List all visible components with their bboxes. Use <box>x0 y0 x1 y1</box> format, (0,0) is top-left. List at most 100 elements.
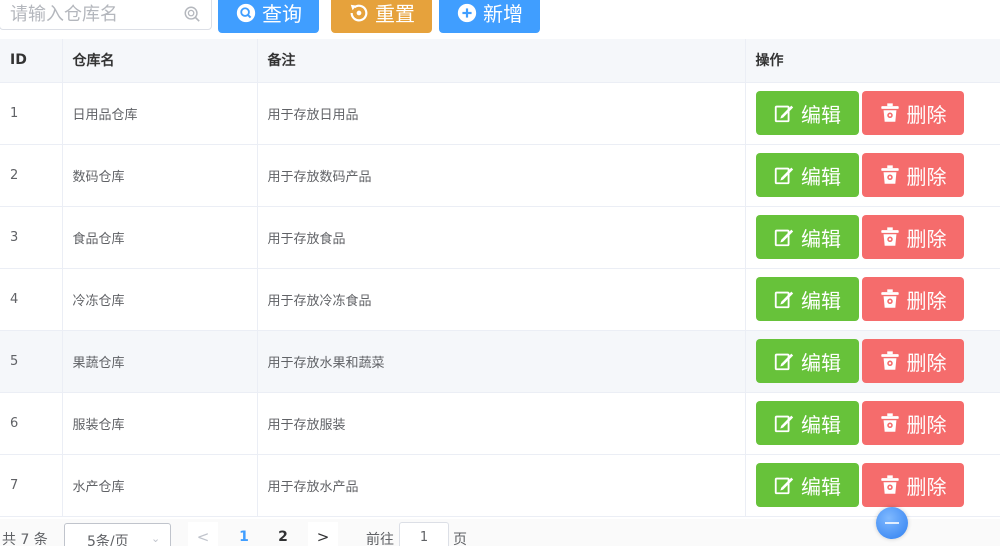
cell-actions: 编辑 删除 <box>745 392 1000 455</box>
trash-icon <box>880 165 899 184</box>
cell-warehouse-name: 日用品仓库 <box>62 82 258 145</box>
query-button[interactable]: 查询 <box>218 0 319 33</box>
edit-button[interactable]: 编辑 <box>755 215 859 259</box>
cell-remark: 用于存放水产品 <box>257 454 746 517</box>
cell-remark: 用于存放日用品 <box>257 82 746 145</box>
cell-warehouse-name: 水产仓库 <box>62 454 258 517</box>
delete-label: 删除 <box>906 104 947 127</box>
edit-label: 编辑 <box>801 104 841 127</box>
edit-icon <box>774 353 794 371</box>
delete-button[interactable]: 删除 <box>861 401 964 445</box>
table-row: 5 果蔬仓库 用于存放水果和蔬菜 编辑 删除 <box>0 330 1000 393</box>
trash-icon <box>880 289 899 308</box>
reset-label: 重置 <box>375 4 415 26</box>
cell-remark: 用于存放服装 <box>257 392 746 455</box>
column-header-name: 仓库名 <box>62 39 258 83</box>
edit-label: 编辑 <box>801 228 841 251</box>
edit-button[interactable]: 编辑 <box>755 91 859 135</box>
column-header-id: ID <box>0 39 63 83</box>
goto-page-input[interactable] <box>399 522 449 546</box>
warehouse-search-input[interactable] <box>10 2 170 26</box>
edit-icon <box>774 477 794 495</box>
cell-id: 1 <box>0 82 63 145</box>
add-label: 新增 <box>483 4 523 26</box>
cell-remark: 用于存放冷冻食品 <box>257 268 746 331</box>
edit-icon <box>774 415 794 433</box>
delete-button[interactable]: 删除 <box>861 91 964 135</box>
cell-actions: 编辑 删除 <box>745 82 1000 145</box>
edit-button[interactable]: 编辑 <box>755 401 859 445</box>
cell-id: 6 <box>0 392 63 455</box>
page-size-value: 5条/页 <box>87 534 129 546</box>
delete-button[interactable]: 删除 <box>861 463 964 507</box>
pagination-total: 共 7 条 <box>2 532 48 546</box>
column-header-remark: 备注 <box>257 39 746 83</box>
edit-button[interactable]: 编辑 <box>755 463 859 507</box>
column-header-actions: 操作 <box>745 39 1000 83</box>
cell-remark: 用于存放食品 <box>257 206 746 269</box>
delete-label: 删除 <box>906 352 947 375</box>
trash-icon <box>880 227 899 246</box>
edit-icon <box>774 105 794 123</box>
page-number-2[interactable]: 2 <box>268 522 298 546</box>
delete-label: 删除 <box>906 476 947 499</box>
page-unit-label: 页 <box>453 532 467 546</box>
table-row: 3 食品仓库 用于存放食品 编辑 删除 <box>0 206 1000 269</box>
edit-button[interactable]: 编辑 <box>755 277 859 321</box>
edit-button[interactable]: 编辑 <box>755 153 859 197</box>
add-button[interactable]: 新增 <box>439 0 540 33</box>
trash-icon <box>880 103 899 122</box>
reset-button[interactable]: 重置 <box>331 0 432 33</box>
cell-actions: 编辑 删除 <box>745 206 1000 269</box>
search-icon[interactable] <box>183 5 201 23</box>
table-row: 2 数码仓库 用于存放数码产品 编辑 删除 <box>0 144 1000 207</box>
table-row: 1 日用品仓库 用于存放日用品 编辑 删除 <box>0 82 1000 145</box>
cell-id: 5 <box>0 330 63 393</box>
floating-assistant-button[interactable] <box>876 507 908 539</box>
page-size-select[interactable]: 5条/页 ⌄ <box>64 523 171 546</box>
edit-label: 编辑 <box>801 290 841 313</box>
table-row: 4 冷冻仓库 用于存放冷冻食品 编辑 删除 <box>0 268 1000 331</box>
cell-warehouse-name: 冷冻仓库 <box>62 268 258 331</box>
delete-label: 删除 <box>906 228 947 251</box>
table-row: 7 水产仓库 用于存放水产品 编辑 删除 <box>0 454 1000 517</box>
cell-id: 4 <box>0 268 63 331</box>
cell-warehouse-name: 数码仓库 <box>62 144 258 207</box>
cell-warehouse-name: 果蔬仓库 <box>62 330 258 393</box>
delete-label: 删除 <box>906 414 947 437</box>
cell-warehouse-name: 服装仓库 <box>62 392 258 455</box>
goto-label: 前往 <box>366 532 394 546</box>
refresh-icon <box>350 4 368 21</box>
next-page-button[interactable]: > <box>308 522 338 546</box>
delete-button[interactable]: 删除 <box>861 153 964 197</box>
prev-page-button[interactable]: < <box>188 522 218 546</box>
search-box[interactable] <box>0 0 212 30</box>
delete-button[interactable]: 删除 <box>861 215 964 259</box>
pagination: 共 7 条 5条/页 ⌄ < 1 2 > 前往 页 <box>0 519 1000 546</box>
table-row: 6 服装仓库 用于存放服装 编辑 删除 <box>0 392 1000 455</box>
edit-label: 编辑 <box>801 352 841 375</box>
edit-label: 编辑 <box>801 414 841 437</box>
table-header-row: ID 仓库名 备注 操作 <box>0 39 1000 83</box>
trash-icon <box>880 351 899 370</box>
cell-id: 2 <box>0 144 63 207</box>
cell-remark: 用于存放数码产品 <box>257 144 746 207</box>
delete-label: 删除 <box>906 290 947 313</box>
cell-id: 3 <box>0 206 63 269</box>
cell-actions: 编辑 删除 <box>745 454 1000 517</box>
trash-icon <box>880 475 899 494</box>
edit-label: 编辑 <box>801 166 841 189</box>
plus-circle-icon <box>457 3 477 22</box>
page-number-1[interactable]: 1 <box>229 522 259 546</box>
delete-label: 删除 <box>906 166 947 189</box>
edit-icon <box>774 229 794 247</box>
delete-button[interactable]: 删除 <box>861 277 964 321</box>
edit-icon <box>774 167 794 185</box>
chevron-down-icon: ⌄ <box>151 532 161 545</box>
trash-icon <box>880 413 899 432</box>
cell-actions: 编辑 删除 <box>745 268 1000 331</box>
edit-icon <box>774 291 794 309</box>
cell-id: 7 <box>0 454 63 517</box>
edit-button[interactable]: 编辑 <box>755 339 859 383</box>
delete-button[interactable]: 删除 <box>861 339 964 383</box>
